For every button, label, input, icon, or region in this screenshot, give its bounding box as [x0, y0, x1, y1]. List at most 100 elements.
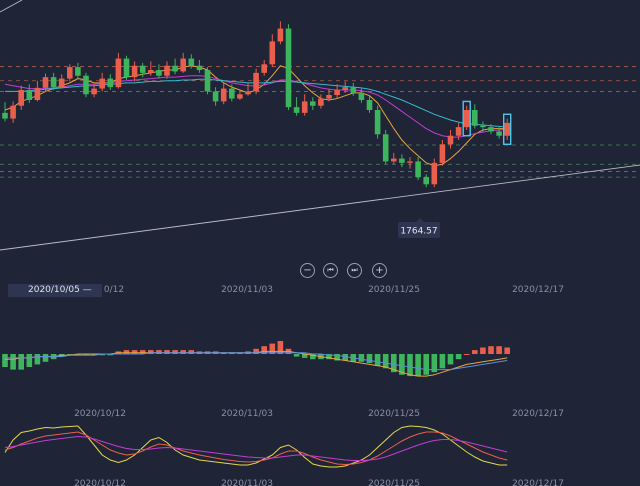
trend-line-lower [0, 164, 640, 251]
candle-body [115, 58, 122, 88]
macd-bar [366, 354, 373, 364]
candle [34, 80, 41, 102]
candle [366, 95, 373, 113]
candle-body [131, 65, 138, 78]
macd-bar [188, 350, 195, 354]
candle [67, 64, 73, 82]
candle [285, 24, 292, 110]
macd-bar [253, 348, 259, 354]
candle [463, 105, 470, 130]
chart-canvas[interactable]: 1764.57 0/12 2020/11/03 2020/11/25 2020/12/… [0, 0, 640, 486]
candle-body [50, 77, 57, 88]
candle [115, 52, 122, 89]
candle [18, 85, 24, 110]
macd-x-tick-label: 2020/12/17 [512, 409, 564, 419]
price-tooltip: 1764.57 [398, 218, 440, 238]
candle [107, 74, 114, 90]
next-button[interactable]: ⏭ [347, 263, 362, 278]
macd-bar [34, 354, 41, 365]
candle [407, 157, 413, 169]
cursor-date-label: 2020/10/05 — [8, 284, 102, 297]
candle-body [67, 67, 73, 79]
candle [196, 60, 203, 73]
candle [318, 94, 324, 109]
candle [123, 55, 130, 80]
stock-chart-window: 1764.57 0/12 2020/11/03 2020/11/25 2020/12/… [0, 0, 640, 486]
candle-body [463, 110, 470, 128]
candle-body [148, 70, 154, 73]
macd-bar [488, 346, 494, 354]
trend-lines [0, 0, 640, 251]
macd-bar [382, 354, 389, 369]
macd-bar [123, 350, 130, 354]
candle-body [139, 65, 146, 73]
highlight-boxes [462, 100, 512, 145]
candle [301, 94, 308, 116]
candle-body [212, 91, 219, 102]
candlesticks [2, 21, 510, 188]
x-axis-main: 0/12 2020/11/03 2020/11/25 2020/12/17 [104, 285, 564, 295]
minus-icon: − [303, 265, 312, 276]
main-x-tick-label: 2020/11/25 [368, 285, 420, 295]
candle-body [431, 162, 438, 185]
candle [277, 21, 284, 45]
plus-icon: + [375, 265, 384, 276]
macd-bar [131, 350, 138, 354]
candle [399, 154, 405, 168]
candle-body [261, 64, 267, 73]
macd-bar [407, 354, 413, 377]
x-axis-kdj: 2020/10/12 2020/11/03 2020/11/25 2020/12/17 [74, 479, 564, 486]
candle-body [253, 72, 259, 92]
candle [293, 97, 300, 116]
candle-body [480, 125, 486, 128]
candle-body [123, 58, 130, 78]
macd-bar [447, 354, 454, 365]
candle [269, 34, 276, 68]
trend-line-upper [0, 0, 23, 13]
candle-body [188, 58, 195, 66]
candle-body [326, 95, 332, 99]
tooltip-pointer [416, 218, 424, 222]
macd-bar [496, 346, 502, 354]
candle-body [83, 75, 89, 95]
candle-body [172, 65, 178, 72]
zoom-out-button[interactable]: − [300, 263, 315, 278]
macd-bar [293, 354, 300, 357]
kdj-x-tick-label: 2020/11/03 [221, 479, 273, 486]
macd-bar [277, 341, 284, 354]
candle [253, 68, 259, 95]
candle-body [301, 101, 308, 113]
macd-bar [455, 354, 462, 360]
candle-body [164, 65, 170, 76]
candle-body [374, 110, 381, 135]
kdj-x-tick-label: 2020/12/17 [512, 479, 564, 486]
candle-body [220, 88, 227, 102]
candle-body [156, 70, 162, 76]
candle [423, 174, 429, 188]
candle [220, 82, 227, 105]
previous-button[interactable]: ⏮ [323, 263, 338, 278]
main-x-tick-label: 2020/12/17 [512, 285, 564, 295]
candle-body [382, 134, 389, 162]
candle-body [10, 105, 16, 119]
macd-bar [415, 354, 421, 377]
candle [439, 140, 446, 166]
rewind-icon: ⏮ [327, 266, 334, 274]
candle-body [18, 90, 24, 106]
candle-body [366, 100, 373, 110]
candle [99, 72, 105, 92]
candle [374, 105, 381, 139]
macd-bar [2, 354, 8, 367]
candle-body [75, 67, 81, 76]
candle-body [196, 65, 203, 70]
candle-body [342, 87, 348, 90]
candle-body [350, 87, 357, 93]
tooltip-value: 1764.57 [400, 227, 437, 237]
macd-x-tick-label: 2020/11/03 [221, 409, 273, 419]
zoom-in-button[interactable]: + [372, 263, 387, 278]
candle-body [391, 158, 397, 162]
macd-bar [480, 347, 486, 354]
candle [431, 158, 438, 188]
candle-body [277, 28, 284, 42]
candle-body [455, 127, 462, 136]
